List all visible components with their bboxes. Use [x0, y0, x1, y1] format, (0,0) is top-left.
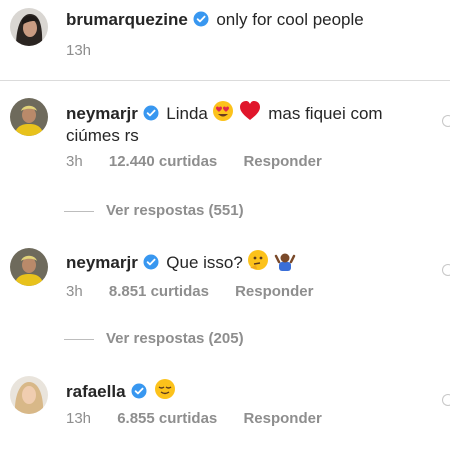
like-heart-icon[interactable]	[442, 394, 450, 406]
like-heart-icon[interactable]	[442, 264, 450, 276]
thinking-emoji	[247, 249, 269, 276]
timestamp: 13h	[66, 42, 92, 59]
avatar[interactable]	[10, 376, 48, 414]
divider	[0, 80, 450, 81]
timestamp: 3h	[66, 283, 83, 300]
timestamp: 3h	[66, 153, 83, 170]
reply-button[interactable]: Responder	[243, 153, 321, 170]
reply-button[interactable]: Responder	[235, 283, 313, 300]
view-replies-button[interactable]: Ver respostas (205)	[64, 330, 244, 347]
avatar[interactable]	[10, 98, 48, 136]
reply-button[interactable]: Responder	[243, 410, 321, 427]
comment-text: mas fiquei com	[268, 104, 383, 123]
replies-dash	[64, 338, 94, 340]
caption-text: only for cool people	[216, 10, 364, 29]
username[interactable]: neymarjr	[66, 253, 138, 272]
likes-count[interactable]: 8.851 curtidas	[109, 283, 209, 300]
likes-count[interactable]: 6.855 curtidas	[117, 410, 217, 427]
view-replies-label: Ver respostas (551)	[106, 202, 244, 219]
likes-count[interactable]: 12.440 curtidas	[109, 153, 217, 170]
verified-badge-icon	[131, 383, 147, 404]
username[interactable]: rafaella	[66, 382, 126, 401]
comment-text-line2: ciúmes rs	[66, 126, 139, 145]
shrug-emoji	[274, 249, 296, 276]
heart-eyes-emoji	[212, 100, 234, 127]
verified-badge-icon	[193, 11, 209, 32]
view-replies-button[interactable]: Ver respostas (551)	[64, 202, 244, 219]
username[interactable]: neymarjr	[66, 104, 138, 123]
avatar[interactable]	[10, 248, 48, 286]
replies-dash	[64, 210, 94, 212]
like-heart-icon[interactable]	[442, 115, 450, 127]
verified-badge-icon	[143, 105, 159, 126]
relieved-smile-emoji	[154, 378, 176, 405]
verified-badge-icon	[143, 254, 159, 275]
timestamp: 13h	[66, 410, 92, 427]
avatar[interactable]	[10, 8, 48, 46]
username[interactable]: brumarquezine	[66, 10, 188, 29]
red-heart-emoji	[239, 100, 261, 127]
comment-text: Linda	[166, 104, 208, 123]
comment-text: Que isso?	[166, 253, 243, 272]
post-caption: brumarquezine only for cool people 13h	[0, 0, 450, 80]
view-replies-label: Ver respostas (205)	[106, 330, 244, 347]
